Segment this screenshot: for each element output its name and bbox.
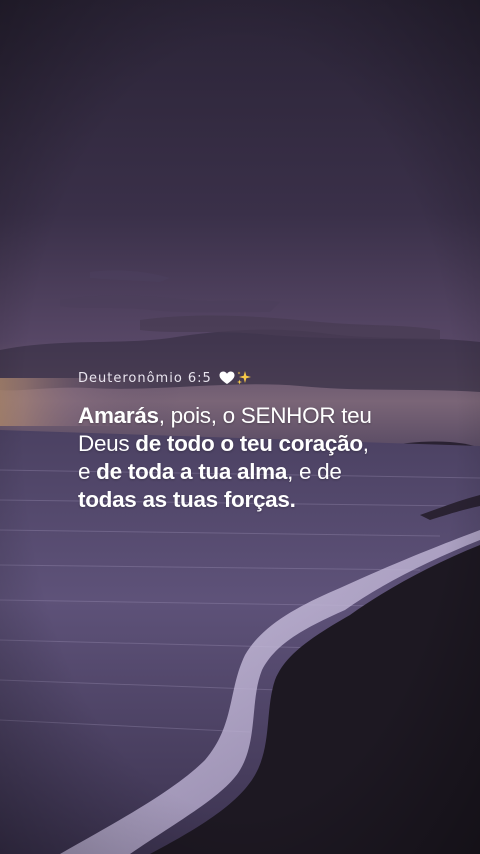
verse-line: todas as tuas forças.: [78, 486, 468, 514]
sparkles-icon: [236, 371, 251, 385]
verse-emphasis: todas as tuas forças.: [78, 487, 296, 512]
verse-reference: Deuteronômio 6:5: [78, 370, 468, 386]
reference-emojis: [219, 370, 252, 386]
white-heart-icon: [219, 371, 235, 384]
verse-emphasis: de todo o teu coração: [135, 431, 363, 456]
verse-emphasis: de toda a tua alma: [96, 459, 288, 484]
verse-line: Deus de todo o teu coração,: [78, 430, 468, 458]
verse-text: Amarás, pois, o SENHOR teu Deus de todo o…: [78, 402, 468, 514]
verse-segment: ,: [362, 431, 369, 456]
verse-segment: , pois, o SENHOR teu: [158, 403, 372, 428]
verse-card: Deuteronômio 6:5 Amarás, pois, o SENHOR …: [78, 370, 468, 514]
verse-emphasis: Amarás: [78, 403, 159, 428]
reference-text: Deuteronômio 6:5: [78, 370, 212, 386]
verse-segment: , e de: [287, 459, 342, 484]
verse-line: Amarás, pois, o SENHOR teu: [78, 402, 468, 430]
verse-line: e de toda a tua alma, e de: [78, 458, 468, 486]
verse-segment: Deus: [78, 431, 136, 456]
verse-segment: e: [78, 459, 97, 484]
